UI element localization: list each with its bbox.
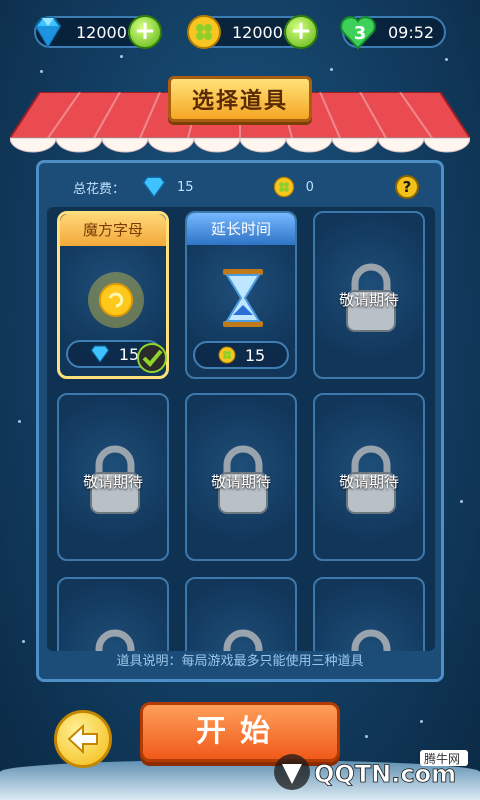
item-name: 魔方字母 <box>60 214 166 246</box>
locked-slot: 敬请期待 <box>313 393 425 561</box>
locked-slot: 敬请期待 <box>313 211 425 379</box>
magic-orb-icon <box>88 272 144 328</box>
star <box>460 500 463 503</box>
lives-counter: 3 09:52 <box>340 16 446 50</box>
padlock-icon <box>351 629 391 651</box>
star <box>445 58 448 61</box>
star <box>40 70 43 73</box>
item-grid[interactable]: 魔方字母 15 延长时间 15 敬请期待 敬请期待 敬请期待 敬请期待 <box>47 207 435 651</box>
hourglass-icon <box>223 269 263 327</box>
locked-slot <box>313 577 425 651</box>
diamond-cost-value: 15 <box>177 179 194 195</box>
total-cost-label: 总花费： <box>73 181 126 197</box>
star <box>365 735 368 738</box>
diamond-counter: 120000 + <box>34 15 162 49</box>
qqtn-watermark: QQTN.com 腾牛网 <box>274 750 468 790</box>
star <box>22 640 25 643</box>
locked-slot: 敬请期待 <box>185 393 297 561</box>
coin-cost-value: 0 <box>305 179 314 195</box>
diamond-icon <box>90 345 109 363</box>
lives-count: 3 <box>353 23 367 44</box>
padlock-icon <box>95 629 135 651</box>
item-price: 15 <box>193 341 289 369</box>
check-icon <box>137 343 167 373</box>
star <box>420 720 423 723</box>
life-timer: 09:52 <box>388 22 435 42</box>
padlock-icon <box>223 629 263 651</box>
item-description-note: 道具说明：每局游戏最多只能使用三种道具 <box>116 654 364 669</box>
star <box>120 55 123 58</box>
clover-coin-icon <box>187 15 221 49</box>
star <box>330 68 333 71</box>
locked-slot <box>57 577 169 651</box>
coming-soon-label: 敬请期待 <box>82 473 143 491</box>
help-button[interactable]: ? <box>395 175 419 199</box>
coin-counter: 120000 + <box>187 15 318 49</box>
clover-coin-icon <box>218 346 236 364</box>
watermark-site: 腾牛网 <box>424 751 460 766</box>
clover-coin-icon <box>273 176 294 198</box>
arrow-left-icon <box>67 723 98 755</box>
item-price-value: 15 <box>244 345 266 365</box>
page-title: 选择道具 <box>168 76 312 122</box>
back-button[interactable] <box>54 710 112 768</box>
add-diamonds-button[interactable]: + <box>128 15 162 49</box>
item-slot-magic-letter[interactable]: 魔方字母 15 <box>57 211 169 379</box>
item-name: 延长时间 <box>187 213 295 245</box>
star <box>18 420 21 423</box>
coming-soon-label: 敬请期待 <box>338 291 399 309</box>
item-panel: 总花费： 15 0 ? 魔方字母 15 延长时间 15 敬请期待 敬请期待 敬请… <box>36 160 444 682</box>
item-slot-extend-time[interactable]: 延长时间 15 <box>185 211 297 379</box>
locked-slot <box>185 577 297 651</box>
coming-soon-label: 敬请期待 <box>338 473 399 491</box>
diamond-icon <box>142 176 166 198</box>
cost-bar: 总花费： 15 0 ? <box>39 169 441 205</box>
add-coins-button[interactable]: + <box>284 15 318 49</box>
coming-soon-label: 敬请期待 <box>210 473 271 491</box>
diamond-icon <box>34 17 62 48</box>
locked-slot: 敬请期待 <box>57 393 169 561</box>
